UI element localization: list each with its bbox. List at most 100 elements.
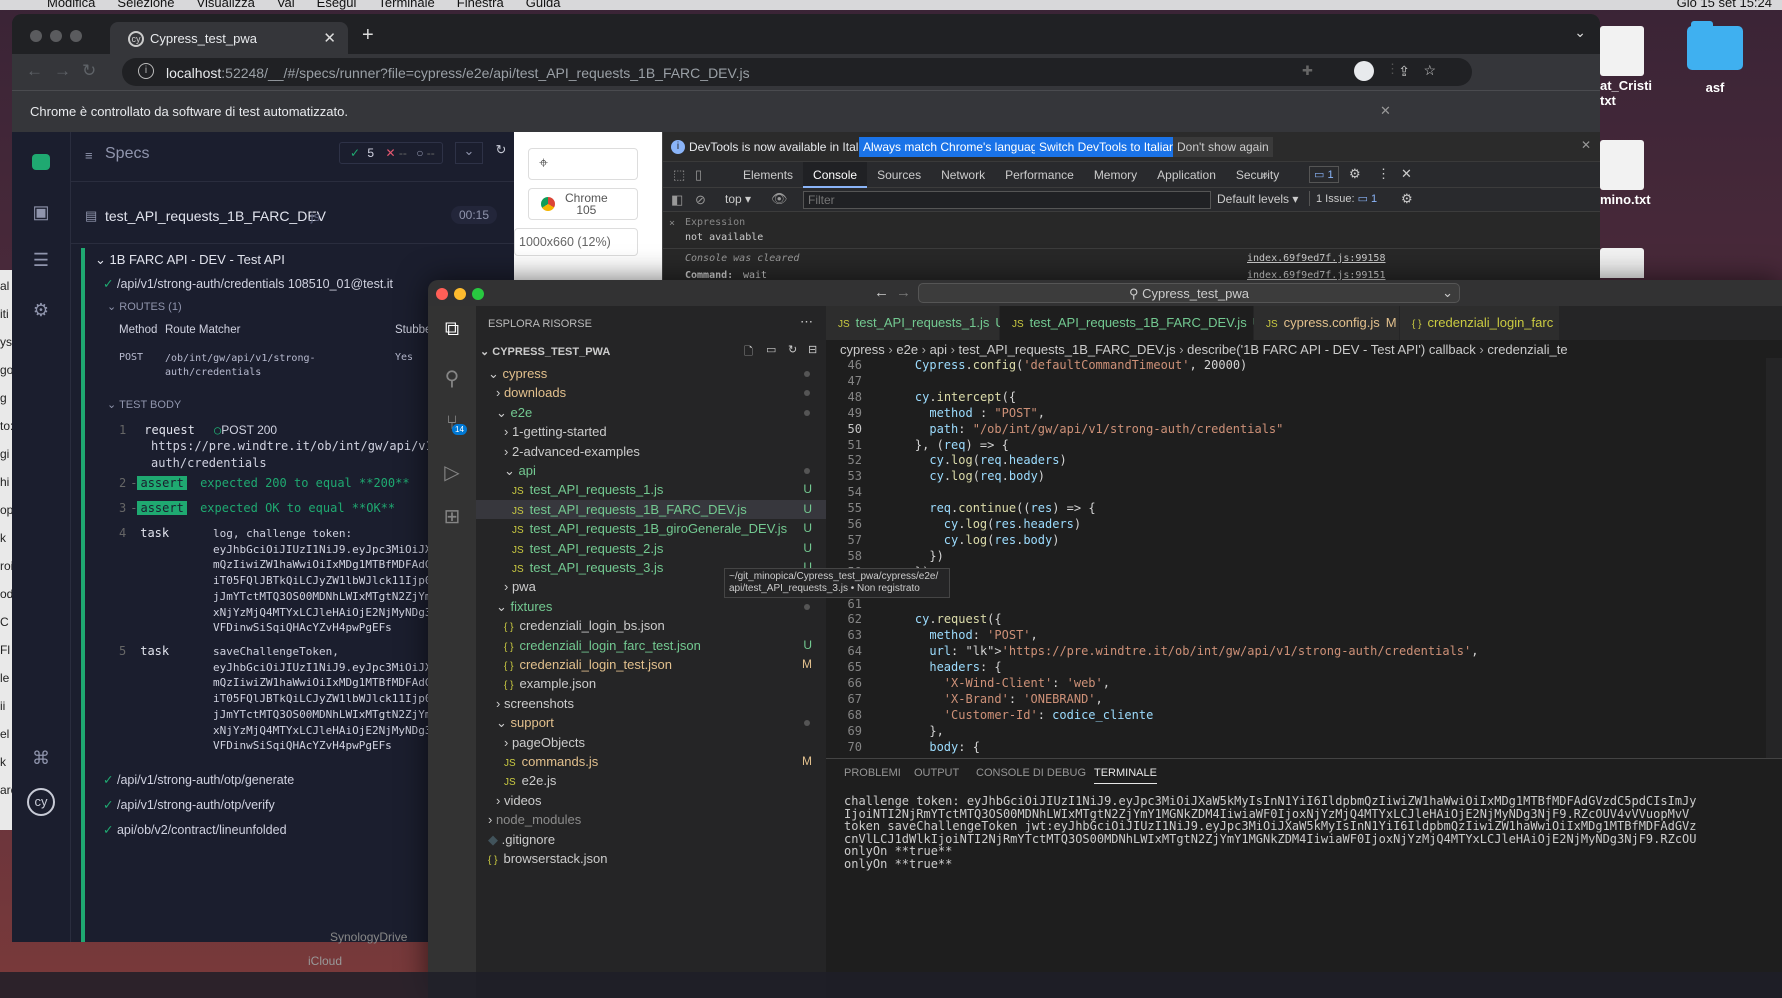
close-banner-icon[interactable]: ✕ bbox=[1581, 138, 1591, 152]
profile-icon[interactable] bbox=[1354, 61, 1374, 81]
specs-label[interactable]: Specs bbox=[105, 145, 149, 163]
issues-button[interactable]: 1 Issue: ▭ 1 bbox=[1309, 191, 1383, 206]
command-task-log[interactable]: 4 task bbox=[119, 526, 169, 540]
tree-folder[interactable]: › node_modules bbox=[476, 810, 826, 829]
tree-folder[interactable]: ⌄ e2e bbox=[476, 403, 826, 422]
clear-console-icon[interactable]: ⊘ bbox=[695, 192, 706, 208]
device-toolbar-icon[interactable]: ▯ bbox=[695, 167, 702, 183]
test-row[interactable]: ✓ /api/v1/strong-auth/otp/verify bbox=[103, 797, 275, 812]
extensions-icon[interactable]: ⊞ bbox=[440, 504, 464, 528]
search-icon[interactable]: ⚲ bbox=[440, 366, 464, 390]
command-task-save[interactable]: 5 task bbox=[119, 644, 169, 658]
routes-section[interactable]: ⌄ ROUTES (1) bbox=[107, 300, 182, 313]
chrome-menu-icon[interactable]: ⋮ bbox=[1386, 61, 1399, 77]
inspect-element-icon[interactable]: ⬚ bbox=[673, 167, 685, 183]
tree-file[interactable]: ◆ .gitignore bbox=[476, 830, 826, 849]
breadcrumb-item[interactable]: describe('1B FARC API - DEV - Test API')… bbox=[1187, 342, 1476, 357]
menubar-item[interactable]: Esegui bbox=[317, 0, 357, 10]
console-filter-input[interactable] bbox=[803, 191, 1211, 209]
close-tab-icon[interactable]: ✕ bbox=[323, 29, 336, 47]
keyboard-shortcuts-icon[interactable]: ⌘ bbox=[30, 748, 52, 770]
browser-tab[interactable]: cy Cypress_test_pwa ✕ bbox=[110, 22, 348, 54]
cypress-cy-icon[interactable]: cy bbox=[27, 788, 55, 816]
command-center-search[interactable]: ⚲ Cypress_test_pwa ⌄ bbox=[918, 283, 1460, 303]
issues-badge[interactable]: ▭ 1 bbox=[1309, 166, 1339, 183]
tree-folder[interactable]: › pageObjects bbox=[476, 733, 826, 752]
devtools-tab-sources[interactable]: Sources bbox=[867, 162, 931, 188]
devtools-tab-performance[interactable]: Performance bbox=[995, 162, 1084, 188]
address-bar[interactable]: i localhost:52248/__/#/specs/runner?file… bbox=[122, 58, 1472, 86]
tree-folder[interactable]: › screenshots bbox=[476, 694, 826, 713]
log-levels-select[interactable]: Default levels ▾ bbox=[1217, 192, 1298, 206]
tree-file[interactable]: { } browserstack.json bbox=[476, 849, 826, 868]
editor-tab[interactable]: JStest_API_requests_1B_FARC_DEV.jsU✕ bbox=[1000, 306, 1283, 340]
menubar-item[interactable]: Visualizza bbox=[197, 0, 255, 10]
reload-icon[interactable]: ↻ bbox=[82, 61, 96, 81]
tree-file[interactable]: JS test_API_requests_1B_FARC_DEV.js U bbox=[476, 499, 826, 520]
tree-folder[interactable]: ⌄ api bbox=[476, 461, 826, 480]
tree-file[interactable]: { } credenziali_login_farc_test.json U bbox=[476, 636, 826, 655]
tree-folder[interactable]: › videos bbox=[476, 791, 826, 810]
command-assert-status[interactable]: 2- assert expected 200 to equal **200** bbox=[119, 476, 410, 490]
live-expression-eye-icon[interactable]: 👁 bbox=[771, 191, 788, 207]
dont-show-button[interactable]: Don't show again bbox=[1173, 137, 1273, 157]
test-row[interactable]: ✓ /api/v1/strong-auth/otp/generate bbox=[103, 772, 294, 787]
minimize-window-button[interactable] bbox=[454, 288, 466, 300]
editor-tab[interactable]: JS cypress.config.js M bbox=[1254, 306, 1400, 340]
tree-file[interactable]: JS test_API_requests_1.js U bbox=[476, 480, 826, 499]
code-editor[interactable]: 46 Cypress.config('defaultCommandTimeout… bbox=[826, 358, 1782, 782]
command-assert-text[interactable]: 3- assert expected OK to equal **OK** bbox=[119, 501, 395, 515]
panel-tab-problemi[interactable]: PROBLEMI bbox=[844, 767, 901, 779]
settings-gear-icon[interactable]: ⚙ bbox=[1349, 166, 1361, 182]
devtools-tab-application[interactable]: Application bbox=[1147, 162, 1226, 188]
menubar-item[interactable]: Modifica bbox=[47, 0, 95, 10]
devtools-tab-security[interactable]: Security bbox=[1226, 162, 1289, 188]
menubar-item[interactable]: Selezione bbox=[117, 0, 174, 10]
editor-tab[interactable]: JStest_API_requests_1.jsU bbox=[826, 306, 1005, 340]
tree-folder[interactable]: ⌄ support bbox=[476, 713, 826, 732]
forward-icon[interactable]: → bbox=[54, 61, 71, 81]
close-devtools-icon[interactable]: ✕ bbox=[1401, 166, 1412, 182]
tree-file[interactable]: { } credenziali_login_test.json M bbox=[476, 655, 826, 674]
breadcrumb-item[interactable]: api bbox=[930, 342, 947, 357]
extensions-icon[interactable]: ✚ bbox=[1302, 63, 1313, 79]
new-tab-button[interactable]: + bbox=[362, 24, 374, 47]
browser-select[interactable]: Chrome 105 bbox=[528, 188, 638, 220]
devtools-tab-console[interactable]: Console bbox=[803, 162, 868, 188]
panel-tab-output[interactable]: OUTPUT bbox=[914, 767, 959, 779]
maximize-window-button[interactable] bbox=[472, 288, 484, 300]
close-window-button[interactable] bbox=[30, 30, 42, 42]
menubar-item[interactable]: Finestra bbox=[457, 0, 504, 10]
switch-language-button[interactable]: Switch DevTools to Italian bbox=[1035, 137, 1180, 157]
viewport-select[interactable]: 1000x660 (12%) bbox=[514, 228, 638, 256]
cypress-logo-icon[interactable] bbox=[32, 154, 50, 170]
refresh-icon[interactable]: ↻ bbox=[788, 343, 797, 356]
breadcrumb-item[interactable]: credenziali_te bbox=[1487, 342, 1567, 357]
remove-expression-icon[interactable]: × bbox=[669, 218, 675, 229]
desktop-file-1[interactable]: at_Cristi txt bbox=[1600, 26, 1656, 126]
panel-tab-terminale[interactable]: TERMINALE bbox=[1094, 767, 1157, 784]
explorer-icon[interactable]: ⧉ bbox=[440, 318, 464, 342]
breadcrumb-item[interactable]: e2e bbox=[896, 342, 918, 357]
match-language-button[interactable]: Always match Chrome's language bbox=[859, 137, 1049, 157]
tree-file[interactable]: { } example.json bbox=[476, 674, 826, 693]
context-select[interactable]: top ▾ bbox=[725, 192, 751, 206]
tree-file[interactable]: JS test_API_requests_1B_giroGenerale_DEV.… bbox=[476, 519, 826, 538]
menubar-item[interactable]: Guida bbox=[526, 0, 561, 10]
explorer-more-icon[interactable]: ⋯ bbox=[800, 314, 813, 330]
tree-folder[interactable]: › 1-getting-started bbox=[476, 422, 826, 441]
settings-gear-icon[interactable]: ⚙ bbox=[30, 300, 52, 322]
devtools-tab-memory[interactable]: Memory bbox=[1084, 162, 1147, 188]
breadcrumb-item[interactable]: cypress bbox=[840, 342, 885, 357]
runs-icon[interactable]: ▣ bbox=[30, 202, 52, 224]
menubar-item[interactable]: Vai bbox=[277, 0, 295, 10]
site-info-icon[interactable]: i bbox=[138, 63, 154, 79]
tree-file[interactable]: JS test_API_requests_2.js U bbox=[476, 539, 826, 558]
test-body-section[interactable]: ⌄ TEST BODY bbox=[107, 398, 181, 411]
test-row[interactable]: ✓ /api/v1/strong-auth/credentials 108510… bbox=[103, 276, 393, 291]
editor-tab[interactable]: { } credenziali_login_farc bbox=[1400, 306, 1560, 340]
breadcrumb-item[interactable]: test_API_requests_1B_FARC_DEV.js bbox=[959, 342, 1176, 357]
close-window-button[interactable] bbox=[436, 288, 448, 300]
more-tabs-icon[interactable]: » bbox=[1261, 167, 1268, 182]
console-settings-icon[interactable]: ⚙ bbox=[1401, 191, 1413, 207]
